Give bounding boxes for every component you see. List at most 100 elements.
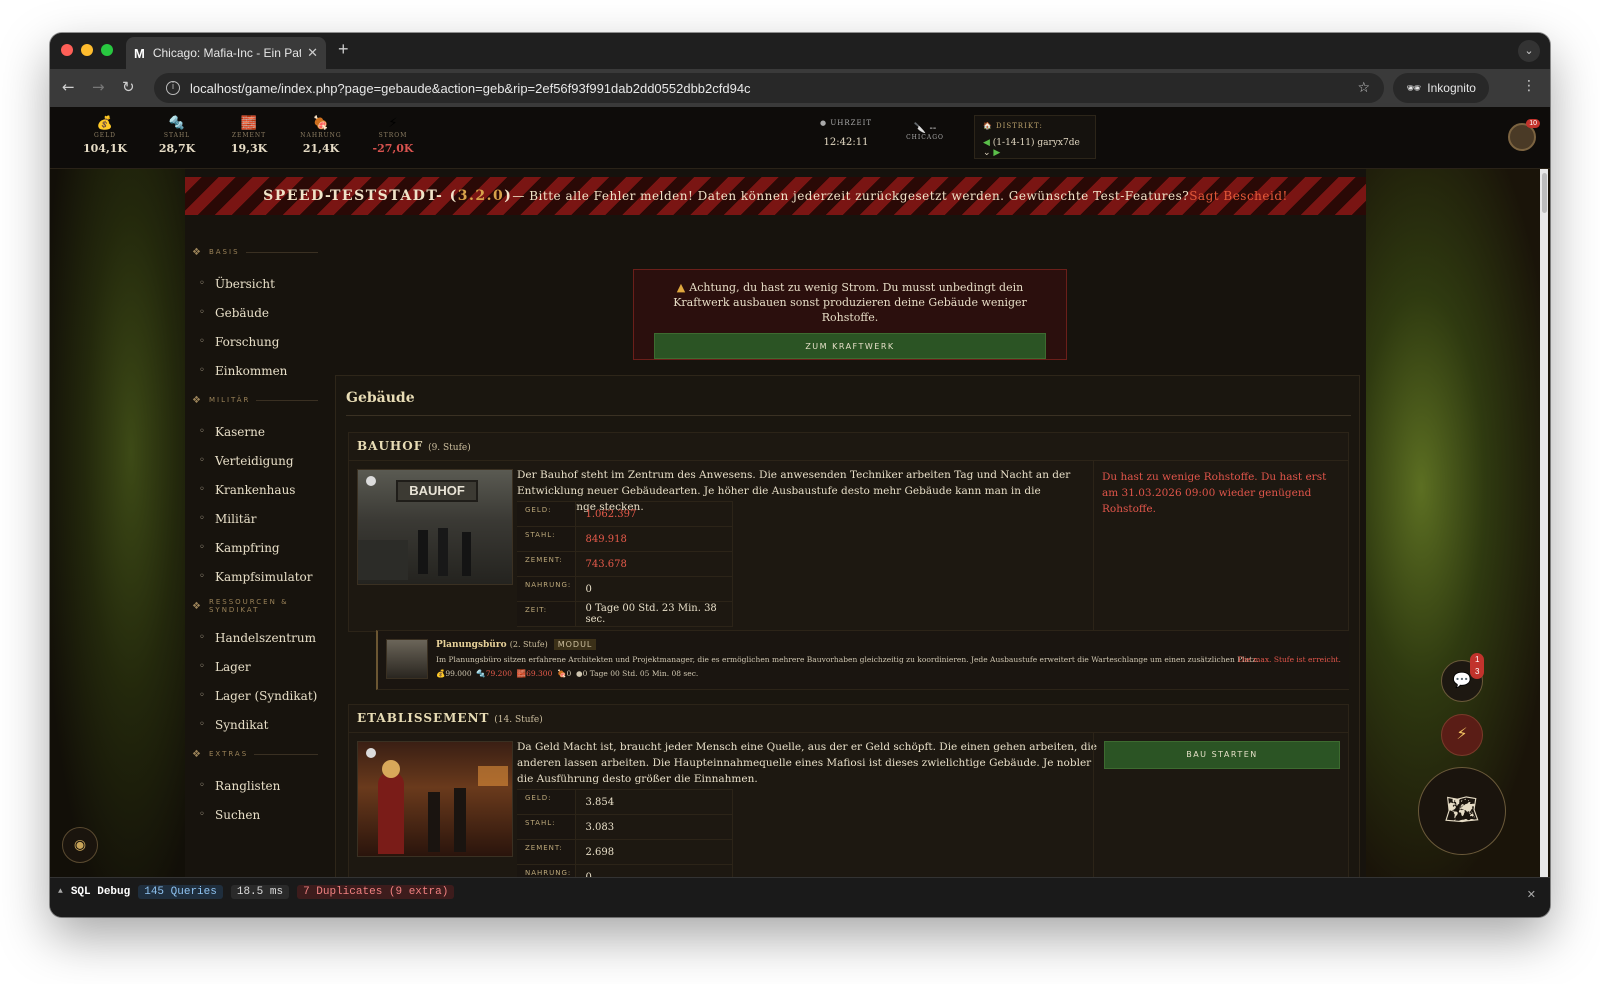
building-image: BAUHOF [357, 469, 513, 585]
chat-button[interactable]: 💬 1 3 [1441, 653, 1485, 702]
bolt-icon: ⚡ [1456, 724, 1468, 743]
sidebar-item-übersicht[interactable]: ◦ Übersicht [185, 269, 328, 298]
banner-feedback-link[interactable]: Sagt Bescheid! [1189, 189, 1288, 203]
browser-menu-icon[interactable]: ⋮ [1522, 78, 1536, 94]
cost-key: GELD: [517, 501, 575, 527]
resource-nahrung[interactable]: 🍖 NAHRUNG 21,4K [296, 117, 346, 156]
site-info-icon[interactable]: i [166, 81, 180, 95]
warning-text: Achtung, du hast zu wenig Strom. Du muss… [673, 281, 1027, 324]
image-zoom-icon[interactable] [366, 748, 376, 758]
map-button[interactable]: 🗺 [1418, 767, 1506, 855]
to-power-plant-button[interactable]: ZUM KRAFTWERK [654, 333, 1046, 359]
address-bar[interactable]: i localhost/game/index.php?page=gebaude&… [154, 73, 1384, 103]
sidebar-item-syndikat[interactable]: ◦ Syndikat [185, 710, 328, 739]
cost-key: ZEMENT: [517, 551, 575, 577]
sidebar-item-label: Handelszentrum [215, 630, 316, 645]
back-icon[interactable]: ← [62, 78, 75, 96]
map-icon: 🗺 [1444, 793, 1480, 826]
sidebar-item-kampfsimulator[interactable]: ◦ Kampfsimulator [185, 562, 328, 591]
new-tab-button[interactable]: + [338, 39, 349, 60]
sidebar-item-lager[interactable]: ◦ Lager [185, 652, 328, 681]
sidebar-section-title: RESSOURCEN & SYNDIKAT [208, 598, 289, 614]
reload-icon[interactable]: ↻ [122, 78, 135, 96]
scrollbar-thumb[interactable] [1541, 173, 1547, 213]
sidebar-item-kaserne[interactable]: ◦ Kaserne [185, 417, 328, 446]
forward-icon[interactable]: → [92, 78, 105, 96]
tab-search-dropdown-icon[interactable]: ⌄ [1518, 40, 1540, 62]
steel-icon: 🔩 [476, 669, 486, 678]
sidebar-section-title: EXTRAS [208, 750, 249, 758]
sidebar-item-lager-syndikat-[interactable]: ◦ Lager (Syndikat) [185, 681, 328, 710]
window-controls [61, 44, 113, 56]
resource-stahl[interactable]: 🔩 STAHL 28,7K [152, 117, 202, 156]
module-image [386, 639, 428, 679]
close-window-button[interactable] [61, 44, 73, 56]
sidebar-section-1: ❖ MILITÄR [185, 393, 328, 407]
sidebar-item-einkommen[interactable]: ◦ Einkommen [185, 356, 328, 385]
cost-row: GELD: 3.854 [517, 789, 733, 815]
district-selector[interactable]: 🏠 DISTRIKT: ◀ (1-14-11) garyx7de ⌄ ▶ [974, 115, 1096, 159]
resource-geld[interactable]: 💰 GELD 104,1K [80, 116, 130, 156]
boxes-icon: ◦ [199, 690, 205, 701]
sidebar: ❖ BASIS ◦ Übersicht ◦ Gebäude ◦ Forschung ◦ Einko… [185, 215, 328, 877]
cost-table: GELD: 1.062.397 STAHL: 849.918 ZEMENT: 743.67… [517, 501, 733, 627]
browser-tab[interactable]: M Chicago: Mafia-Inc - Ein Pate ✕ [126, 37, 326, 69]
resource-strom[interactable]: ⚡ STROM -27,0K [368, 117, 418, 156]
chevron-down-icon[interactable]: ⌄ [983, 148, 991, 158]
sidebar-item-gebäude[interactable]: ◦ Gebäude [185, 298, 328, 327]
sidebar-item-suchen[interactable]: ◦ Suchen [185, 800, 328, 829]
sidebar-item-label: Einkommen [215, 363, 288, 378]
calculator-icon: ◦ [199, 571, 205, 582]
resource-zement[interactable]: 🧱 ZEMENT 19,3K [224, 116, 274, 156]
sidebar-item-verteidigung[interactable]: ◦ Verteidigung [185, 446, 328, 475]
resource-value: -27,0K [372, 142, 414, 155]
incognito-indicator[interactable]: 🕶 Inkognito [1393, 73, 1489, 103]
sidebar-item-krankenhaus[interactable]: ◦ Krankenhaus [185, 475, 328, 504]
query-count: 145 Queries [138, 884, 223, 899]
shield-icon: ◦ [199, 455, 205, 466]
minimize-window-button[interactable] [81, 44, 93, 56]
cost-row: STAHL: 849.918 [517, 526, 733, 552]
section-divider [245, 251, 318, 253]
sql-debug-bar[interactable]: ▲ SQL Debug 145 Queries 18.5 ms 7 Duplic… [50, 877, 1550, 917]
city-indicator[interactable]: 🔪 -- CHICAGO [905, 123, 945, 141]
money-bag-icon: 💰 [96, 116, 114, 131]
sidebar-item-handelszentrum[interactable]: ◦ Handelszentrum [185, 623, 328, 652]
close-icon[interactable]: ✕ [1527, 888, 1536, 901]
page-scrollbar[interactable] [1540, 169, 1548, 877]
resource-label: STROM [378, 132, 408, 139]
tab-close-icon[interactable]: ✕ [307, 45, 318, 61]
avatar[interactable]: 10 [1508, 119, 1540, 151]
banner-version: 3.2.0 [457, 188, 505, 204]
maximize-window-button[interactable] [101, 44, 113, 56]
bookmark-star-icon[interactable]: ☆ [1357, 80, 1370, 96]
expand-icon[interactable]: ▲ [58, 887, 63, 896]
module-cost-geld: 99.000 [445, 669, 472, 678]
clock-icon: ● [819, 119, 828, 127]
image-zoom-icon[interactable] [366, 476, 376, 486]
sidebar-item-label: Syndikat [215, 717, 269, 732]
sidebar-item-ranglisten[interactable]: ◦ Ranglisten [185, 771, 328, 800]
next-district-icon[interactable]: ▶ [993, 148, 1000, 158]
sidebar-item-forschung[interactable]: ◦ Forschung [185, 327, 328, 356]
sidebar-section-title: MILITÄR [208, 396, 251, 404]
debug-label: SQL Debug [70, 885, 131, 898]
warning-icon: ▲ [676, 281, 686, 294]
banner-title: SPEED-TESTSTADT- ( [263, 188, 458, 204]
radio-button[interactable]: ◉ [62, 827, 98, 863]
building-image [357, 741, 513, 857]
prev-district-icon[interactable]: ◀ [983, 138, 990, 148]
building-card-bauhof: BAUHOF (9. Stufe) BAUHOF Der Bauhof steh… [348, 432, 1349, 633]
resource-label: NAHRUNG [300, 132, 342, 139]
start-build-button[interactable]: BAU STARTEN [1104, 741, 1340, 769]
cost-key: ZEIT: [517, 601, 575, 627]
clock-label: UHRZEIT [830, 119, 873, 127]
cement-icon: 🧱 [240, 116, 258, 131]
city-label: CHICAGO [906, 134, 944, 141]
resource-label: GELD [94, 132, 116, 139]
sidebar-item-kampfring[interactable]: ◦ Kampfring [185, 533, 328, 562]
power-button[interactable]: ⚡ [1441, 714, 1483, 756]
banner-title-end: ) [504, 188, 513, 204]
sidebar-item-militär[interactable]: ◦ Militär [185, 504, 328, 533]
sidebar-section-0: ❖ BASIS [185, 245, 328, 259]
